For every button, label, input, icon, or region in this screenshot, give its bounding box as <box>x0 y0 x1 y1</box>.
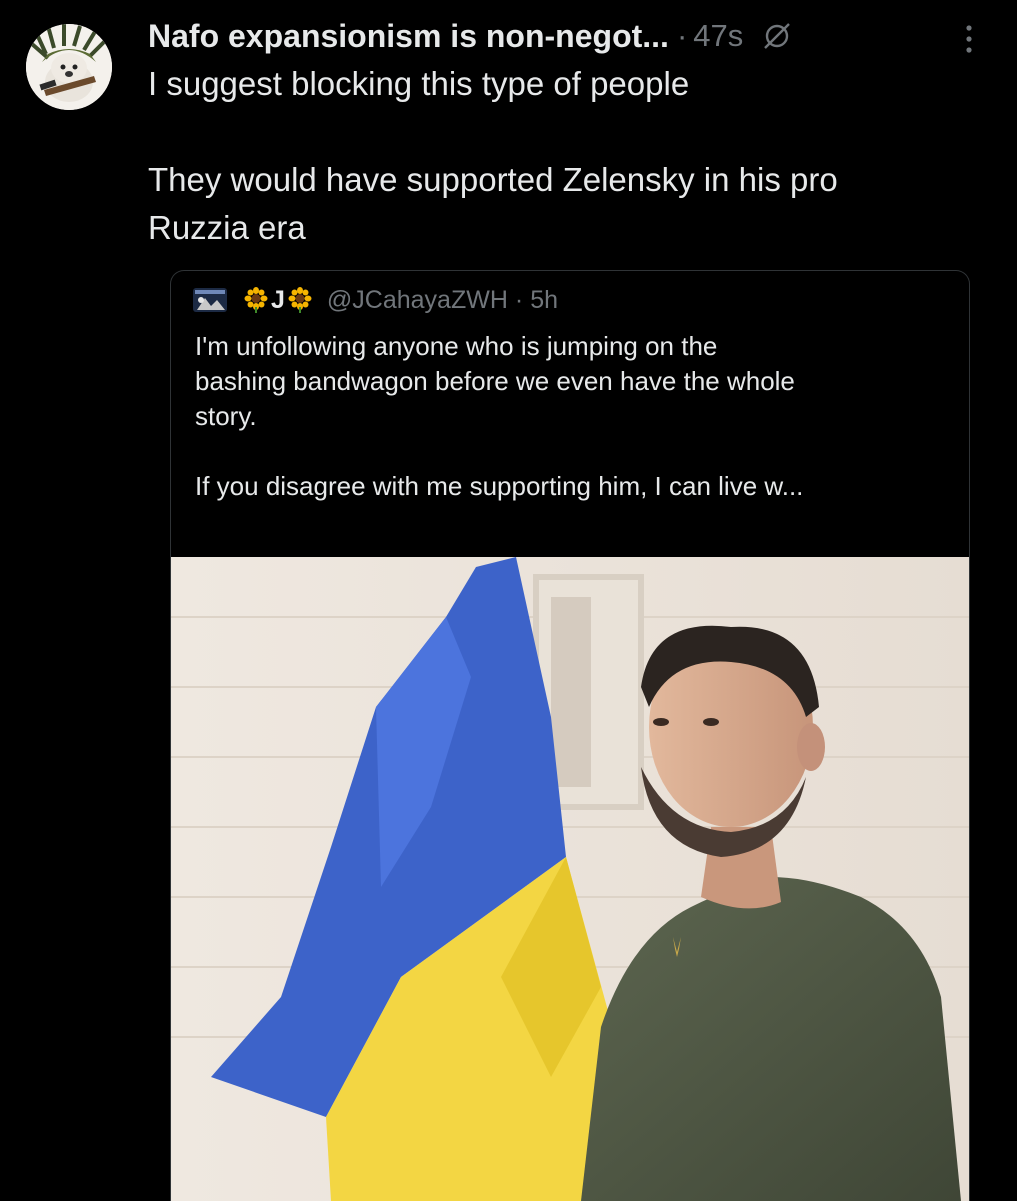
separator: · <box>514 285 524 314</box>
quoted-text-line: bashing bandwagon before we even have th… <box>195 366 795 396</box>
sunflower-icon <box>243 287 269 313</box>
tweet[interactable]: Nafo expansionism is non-negot... · 47s … <box>0 0 1017 1201</box>
quoted-avatar[interactable] <box>191 286 229 314</box>
tweet-text-line: They would have supported Zelensky in hi… <box>148 161 838 198</box>
quoted-text-line: If you disagree with me supporting him, … <box>195 471 804 501</box>
quoted-text-line: I'm unfollowing anyone who is jumping on… <box>195 331 718 361</box>
tweet-text-spacer <box>148 108 988 156</box>
tweet-text-line: I suggest blocking this type of people <box>148 65 690 102</box>
tweet-header: Nafo expansionism is non-negot... · 47s <box>148 14 793 58</box>
tweet-text-line: Ruzzia era <box>148 209 306 246</box>
quoted-tweet[interactable]: J @JCahayaZWH · 5h I'm unfollowing anyon… <box>170 270 970 1201</box>
quoted-media-image[interactable] <box>171 557 969 1201</box>
quoted-tweet-header: J @JCahayaZWH · 5h <box>191 283 558 317</box>
quoted-display-name[interactable]: J <box>271 286 285 315</box>
avatar[interactable] <box>26 24 112 110</box>
more-options-icon[interactable] <box>957 22 981 56</box>
timestamp[interactable]: 47s <box>693 18 743 54</box>
tweet-text: I suggest blocking this type of people T… <box>148 60 988 252</box>
mute-icon <box>761 20 793 52</box>
quoted-timestamp[interactable]: 5h <box>530 286 558 315</box>
quoted-text-line: story. <box>195 401 257 431</box>
quoted-text-spacer <box>195 434 955 469</box>
display-name[interactable]: Nafo expansionism is non-negot... <box>148 18 669 55</box>
quoted-handle[interactable]: @JCahayaZWH <box>327 286 508 315</box>
separator: · <box>676 18 688 53</box>
sunflower-icon <box>287 287 313 313</box>
quoted-tweet-text: I'm unfollowing anyone who is jumping on… <box>195 329 955 504</box>
